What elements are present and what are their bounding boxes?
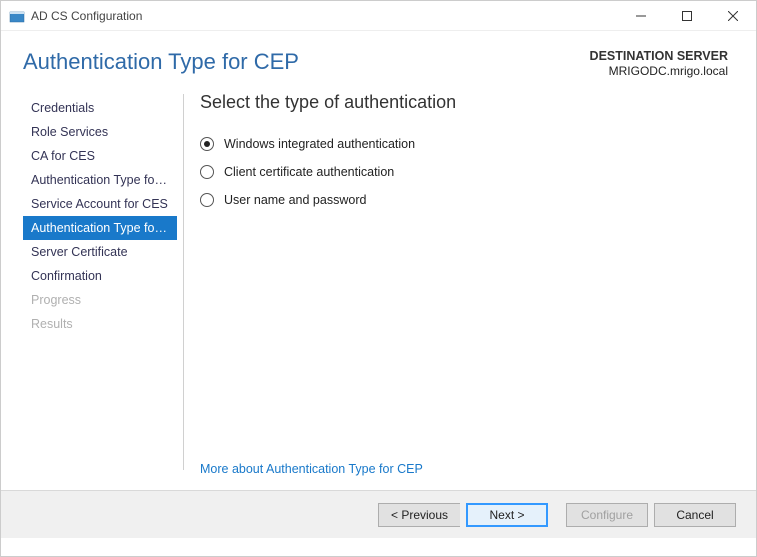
content: Select the type of authentication Window… (200, 88, 732, 490)
step-ca-for-ces[interactable]: CA for CES (23, 144, 177, 168)
step-results: Results (23, 312, 177, 336)
step-service-account-ces[interactable]: Service Account for CES (23, 192, 177, 216)
option-client-certificate[interactable]: Client certificate authentication (200, 165, 732, 179)
sidebar: Credentials Role Services CA for CES Aut… (23, 88, 183, 490)
footer: < Previous Next > Configure Cancel (1, 490, 756, 538)
step-progress: Progress (23, 288, 177, 312)
label-windows-integrated[interactable]: Windows integrated authentication (224, 137, 415, 151)
minimize-button[interactable] (618, 1, 664, 31)
label-username-password[interactable]: User name and password (224, 193, 366, 207)
radio-client-certificate[interactable] (200, 165, 214, 179)
app-icon (9, 8, 25, 24)
radio-username-password[interactable] (200, 193, 214, 207)
cancel-button[interactable]: Cancel (654, 503, 736, 527)
header: Authentication Type for CEP DESTINATION … (1, 31, 756, 88)
page-title: Authentication Type for CEP (23, 49, 590, 75)
option-windows-integrated[interactable]: Windows integrated authentication (200, 137, 732, 151)
next-button[interactable]: Next > (466, 503, 548, 527)
radio-windows-integrated[interactable] (200, 137, 214, 151)
step-auth-type-cep[interactable]: Authentication Type for C... (23, 216, 177, 240)
label-client-certificate[interactable]: Client certificate authentication (224, 165, 394, 179)
configure-button: Configure (566, 503, 648, 527)
previous-button[interactable]: < Previous (378, 503, 460, 527)
destination-server: MRIGODC.mrigo.local (590, 64, 728, 78)
learn-more-link[interactable]: More about Authentication Type for CEP (200, 462, 732, 476)
maximize-button[interactable] (664, 1, 710, 31)
titlebar: AD CS Configuration (1, 1, 756, 31)
body: Credentials Role Services CA for CES Aut… (1, 88, 756, 490)
destination-label: DESTINATION SERVER (590, 49, 728, 63)
window-title: AD CS Configuration (31, 9, 618, 23)
step-role-services[interactable]: Role Services (23, 120, 177, 144)
option-username-password[interactable]: User name and password (200, 193, 732, 207)
step-credentials[interactable]: Credentials (23, 96, 177, 120)
close-button[interactable] (710, 1, 756, 31)
step-server-certificate[interactable]: Server Certificate (23, 240, 177, 264)
step-auth-type-ces[interactable]: Authentication Type for C... (23, 168, 177, 192)
vertical-divider (183, 94, 184, 470)
step-confirmation[interactable]: Confirmation (23, 264, 177, 288)
destination-info: DESTINATION SERVER MRIGODC.mrigo.local (590, 49, 728, 78)
content-heading: Select the type of authentication (200, 92, 732, 113)
window-controls (618, 1, 756, 31)
